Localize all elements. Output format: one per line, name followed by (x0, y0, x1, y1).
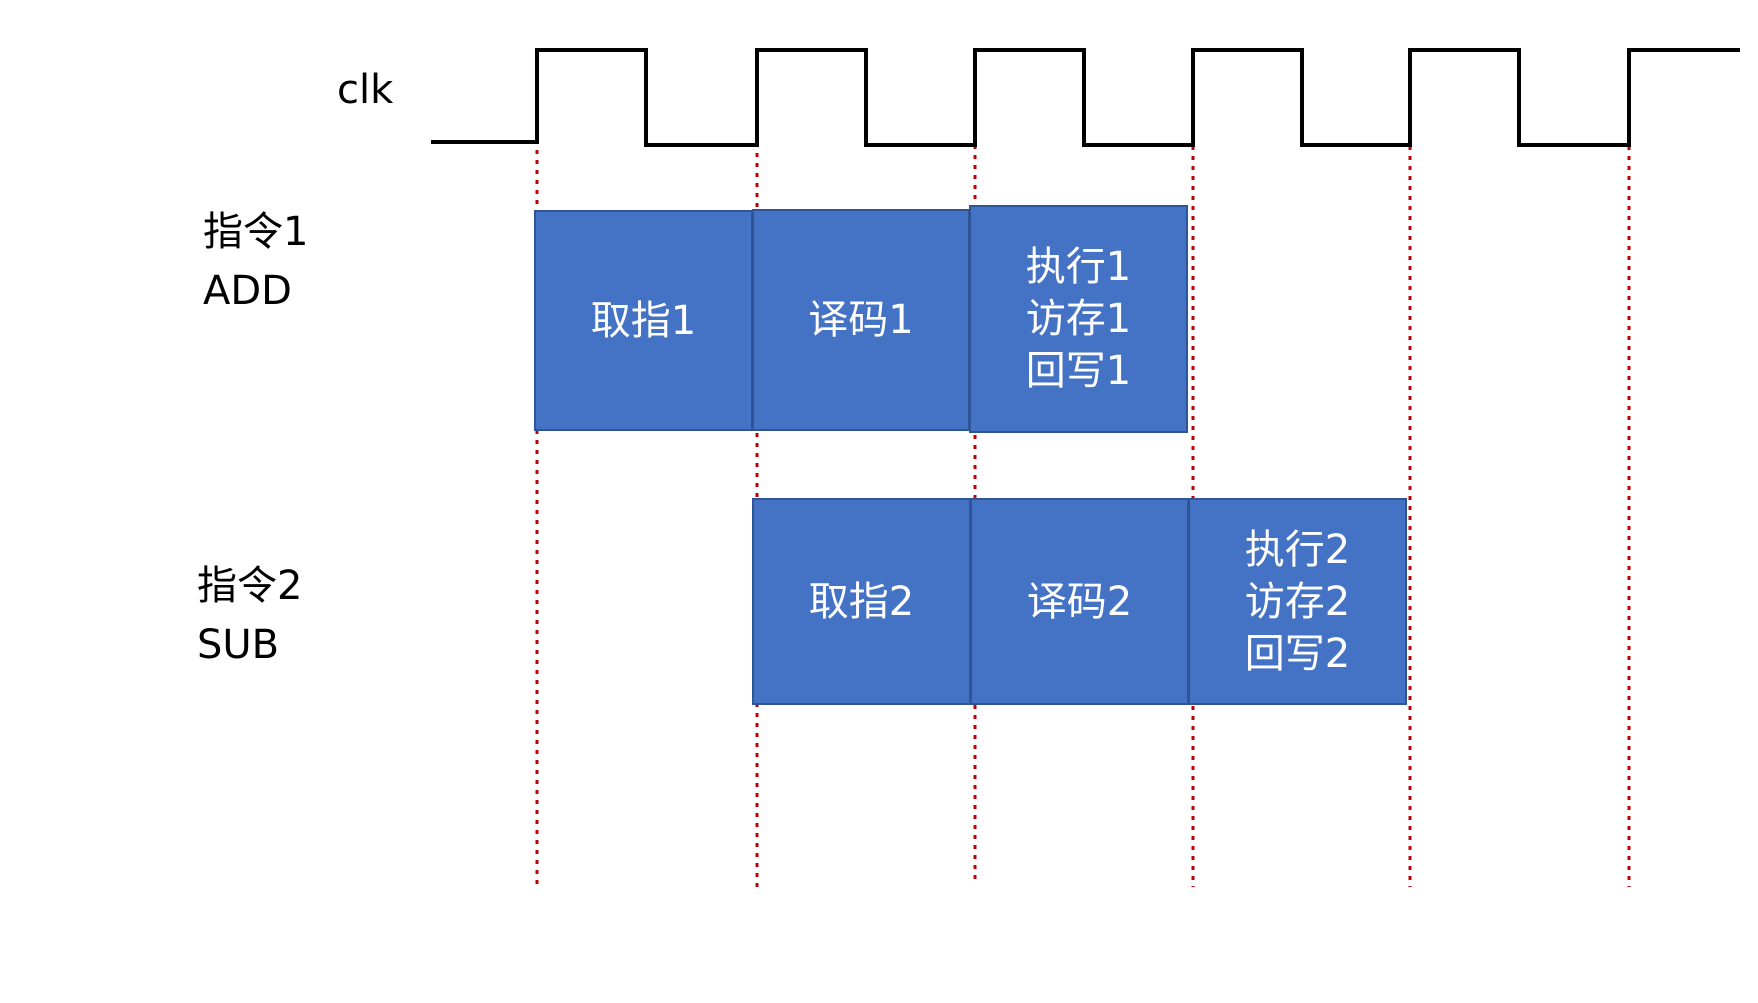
stage-label: 译码1 (808, 297, 914, 343)
clock-waveform (431, 48, 1740, 147)
clock-label: clk (337, 67, 394, 113)
stage-label: 译码2 (1026, 578, 1133, 625)
instruction-2-op: SUB (197, 622, 280, 668)
instr1-execute-stage: 执行1 访存1 回写1 (969, 205, 1188, 433)
instruction-2-name: 指令2 (197, 563, 303, 609)
stage-label: 取指1 (590, 297, 697, 344)
stage-label: 回写2 (1244, 630, 1351, 677)
stage-label: 回写1 (1025, 348, 1132, 394)
instr2-decode-stage: 译码2 (970, 498, 1189, 705)
instr1-decode-stage: 译码1 (752, 209, 970, 431)
instr1-fetch-stage: 取指1 (534, 210, 753, 431)
instruction-1-name: 指令1 (203, 209, 309, 255)
stage-label: 取指2 (808, 578, 915, 625)
instruction-1-op: ADD (203, 268, 292, 314)
instr2-execute-stage: 执行2 访存2 回写2 (1188, 498, 1407, 705)
stage-label: 执行2 (1244, 526, 1351, 573)
pipeline-timing-diagram: clk 指令1 ADD 指令2 SUB 取指1 译码1 执行1 访存1 回写1 … (0, 0, 1758, 999)
stage-label: 执行1 (1025, 244, 1132, 290)
stage-label: 访存1 (1025, 296, 1132, 342)
instr2-fetch-stage: 取指2 (752, 498, 971, 705)
stage-label: 访存2 (1244, 578, 1351, 625)
